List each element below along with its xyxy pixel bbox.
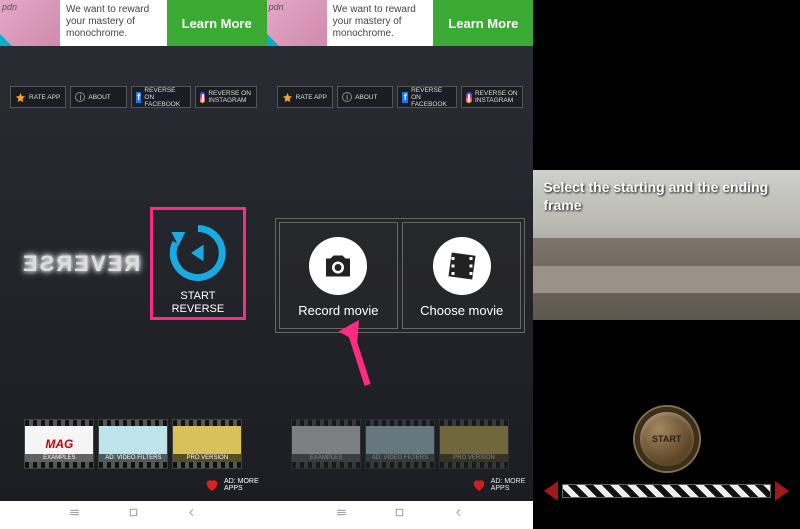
screen-home: We want to reward your mastery of monoch… bbox=[0, 0, 267, 529]
facebook-button[interactable]: fREVERSE ON FACEBOOK bbox=[397, 86, 457, 108]
video-filters-tile[interactable]: AD: VIDEO FILTERS bbox=[98, 419, 168, 469]
ad-cta-button[interactable]: Learn More bbox=[167, 0, 267, 46]
instagram-icon bbox=[466, 92, 472, 103]
ad-image bbox=[267, 0, 327, 46]
star-icon bbox=[282, 92, 293, 103]
film-circle bbox=[433, 237, 491, 295]
nav-home-icon[interactable] bbox=[127, 506, 140, 524]
heart-icon bbox=[204, 477, 220, 493]
start-reverse-button[interactable]: START REVERSE bbox=[150, 207, 246, 319]
reverse-icon bbox=[163, 218, 233, 288]
android-nav-bar bbox=[267, 501, 534, 529]
top-button-row: RATE APP i ABOUT f REVERSE ON FACEBOOK R… bbox=[10, 86, 257, 108]
film-icon bbox=[444, 248, 480, 284]
video-preview[interactable]: Select the starting and the ending frame bbox=[533, 170, 800, 320]
instagram-button[interactable]: REVERSE ON INSTAGRAM bbox=[461, 86, 523, 108]
more-apps-label: AD: MORE APPS bbox=[491, 478, 526, 492]
choose-movie-button[interactable]: Choose movie bbox=[402, 222, 521, 329]
examples-label: EXAMPLES bbox=[25, 454, 93, 462]
about-button[interactable]: iABOUT bbox=[337, 86, 393, 108]
ad-banner[interactable]: We want to reward your mastery of monoch… bbox=[267, 0, 534, 46]
more-apps-label: AD: MORE APPS bbox=[224, 478, 259, 492]
instagram-button[interactable]: REVERSE ON INSTAGRAM bbox=[195, 86, 257, 108]
ad-text: We want to reward your mastery of monoch… bbox=[327, 0, 434, 46]
nav-home-icon[interactable] bbox=[393, 506, 406, 524]
ad-cta-button[interactable]: Learn More bbox=[433, 0, 533, 46]
more-apps-button[interactable]: AD: MORE APPS bbox=[471, 477, 526, 493]
trim-handle-left[interactable] bbox=[544, 481, 558, 501]
filters-label: AD: VIDEO FILTERS bbox=[366, 454, 434, 462]
ad-image bbox=[0, 0, 60, 46]
camera-circle bbox=[309, 237, 367, 295]
nav-back-icon[interactable] bbox=[185, 506, 198, 524]
facebook-icon: f bbox=[402, 92, 408, 103]
camera-icon bbox=[320, 248, 356, 284]
adchoices-icon bbox=[0, 34, 12, 46]
start-button[interactable]: START bbox=[635, 407, 699, 471]
start-button-label: START bbox=[652, 434, 681, 444]
info-icon: i bbox=[75, 92, 85, 102]
about-label: ABOUT bbox=[88, 94, 110, 101]
trim-bar[interactable] bbox=[562, 484, 771, 498]
info-icon: i bbox=[342, 92, 352, 102]
choose-movie-label: Choose movie bbox=[420, 303, 503, 318]
about-label: ABOUT bbox=[355, 94, 377, 101]
app-logo: REVERSE bbox=[21, 251, 140, 277]
rate-app-label: RATE APP bbox=[29, 94, 60, 101]
examples-label: EXAMPLES bbox=[292, 454, 360, 462]
facebook-icon: f bbox=[136, 92, 142, 103]
trim-instruction: Select the starting and the ending frame bbox=[533, 170, 800, 222]
examples-tile[interactable]: MAG EXAMPLES bbox=[24, 419, 94, 469]
more-apps-button[interactable]: AD: MORE APPS bbox=[204, 477, 259, 493]
facebook-button[interactable]: f REVERSE ON FACEBOOK bbox=[131, 86, 191, 108]
instagram-label: REVERSE ON INSTAGRAM bbox=[475, 90, 518, 104]
facebook-label: REVERSE ON FACEBOOK bbox=[144, 87, 185, 108]
rate-app-button[interactable]: RATE APP bbox=[277, 86, 333, 108]
star-icon bbox=[15, 92, 26, 103]
examples-tile[interactable]: EXAMPLES bbox=[291, 419, 361, 469]
source-dialog: Record movie Choose movie bbox=[275, 218, 526, 333]
top-button-row: RATE APP iABOUT fREVERSE ON FACEBOOK REV… bbox=[277, 86, 524, 108]
trim-handle-right[interactable] bbox=[775, 481, 789, 501]
ad-banner[interactable]: We want to reward your mastery of monoch… bbox=[0, 0, 267, 46]
instagram-icon bbox=[200, 92, 206, 103]
screen-trim: Select the starting and the ending frame… bbox=[533, 0, 800, 529]
screen-dialog: We want to reward your mastery of monoch… bbox=[267, 0, 534, 529]
pro-version-tile[interactable]: PRO VERSION bbox=[439, 419, 509, 469]
rate-app-label: RATE APP bbox=[296, 94, 327, 101]
pro-label: PRO VERSION bbox=[173, 454, 241, 462]
filters-label: AD: VIDEO FILTERS bbox=[99, 454, 167, 462]
trim-track bbox=[544, 481, 789, 501]
start-reverse-label: START REVERSE bbox=[172, 290, 225, 314]
facebook-label: REVERSE ON FACEBOOK bbox=[411, 87, 452, 108]
about-button[interactable]: i ABOUT bbox=[70, 86, 126, 108]
nav-back-icon[interactable] bbox=[452, 506, 465, 524]
rate-app-button[interactable]: RATE APP bbox=[10, 86, 66, 108]
video-filters-tile[interactable]: AD: VIDEO FILTERS bbox=[365, 419, 435, 469]
nav-recents-icon[interactable] bbox=[335, 506, 348, 524]
adchoices-icon bbox=[267, 34, 279, 46]
ad-text: We want to reward your mastery of monoch… bbox=[60, 0, 167, 46]
android-nav-bar bbox=[0, 501, 267, 529]
pro-version-tile[interactable]: PRO VERSION bbox=[172, 419, 242, 469]
instagram-label: REVERSE ON INSTAGRAM bbox=[208, 90, 251, 104]
heart-icon bbox=[471, 477, 487, 493]
nav-recents-icon[interactable] bbox=[68, 506, 81, 524]
pro-label: PRO VERSION bbox=[440, 454, 508, 462]
